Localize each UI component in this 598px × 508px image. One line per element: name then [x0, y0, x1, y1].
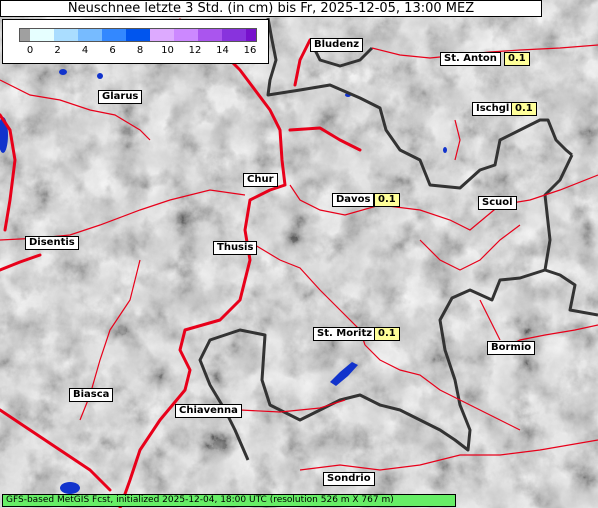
- legend-tick-label: 0: [26, 45, 34, 56]
- legend-tick-label: 12: [188, 45, 202, 56]
- legend-segment: [150, 29, 174, 41]
- lake-maggiore: [60, 482, 80, 494]
- place-label-davos: Davos: [332, 193, 375, 207]
- map-canvas: Neuschnee letzte 3 Std. (in cm) bis Fr, …: [0, 0, 598, 508]
- terrain-map: [0, 0, 598, 508]
- map-title: Neuschnee letzte 3 Std. (in cm) bis Fr, …: [0, 0, 542, 17]
- place-label-biasca: Biasca: [69, 388, 114, 402]
- legend-segment: [54, 29, 78, 41]
- place-label-thusis: Thusis: [213, 241, 258, 255]
- place-label-glarus: Glarus: [98, 90, 143, 104]
- value-st-anton: 0.1: [504, 52, 530, 66]
- place-label-bormio: Bormio: [487, 341, 536, 355]
- legend-color-bar: [19, 28, 257, 42]
- place-label-sondrio: Sondrio: [323, 472, 375, 486]
- legend-tick-label: 14: [216, 45, 229, 56]
- legend-segment: [30, 29, 54, 41]
- legend-segment: [78, 29, 102, 41]
- legend-segment: [102, 29, 126, 41]
- place-label-st-anton: St. Anton: [440, 52, 501, 66]
- footer-info: GFS-based MetGIS Fcst, initialized 2025-…: [2, 494, 456, 507]
- place-label-ischgl: Ischgl: [472, 102, 514, 116]
- legend-tick-label: 10: [161, 45, 174, 56]
- legend-segment: [20, 29, 30, 41]
- legend-segment: [246, 29, 256, 41]
- lake-small-4: [443, 147, 447, 153]
- legend-tick-label: 4: [81, 45, 89, 56]
- value-st-moritz: 0.1: [374, 327, 400, 341]
- legend-tick-label: 8: [136, 45, 144, 56]
- legend-segment: [198, 29, 222, 41]
- lake-small-2: [97, 73, 103, 79]
- place-label-chur: Chur: [243, 173, 278, 187]
- place-label-st-moritz: St. Moritz: [313, 327, 377, 341]
- value-ischgl: 0.1: [511, 102, 537, 116]
- place-label-chiavenna: Chiavenna: [175, 404, 242, 418]
- legend-segment: [222, 29, 246, 41]
- place-label-bludenz: Bludenz: [310, 38, 364, 52]
- place-label-scuol: Scuol: [478, 196, 517, 210]
- place-label-disentis: Disentis: [25, 236, 79, 250]
- legend-segment: [126, 29, 150, 41]
- lake-small-1: [59, 69, 67, 75]
- legend-tick-label: 16: [243, 45, 257, 56]
- legend-tick-label: 2: [54, 45, 61, 56]
- terrain-relief: [0, 0, 598, 508]
- value-davos: 0.1: [374, 193, 400, 207]
- legend-segment: [174, 29, 198, 41]
- legend-tick-label: 6: [109, 45, 116, 56]
- legend: 0 2 4 6 8 10 12 14 16: [2, 19, 269, 64]
